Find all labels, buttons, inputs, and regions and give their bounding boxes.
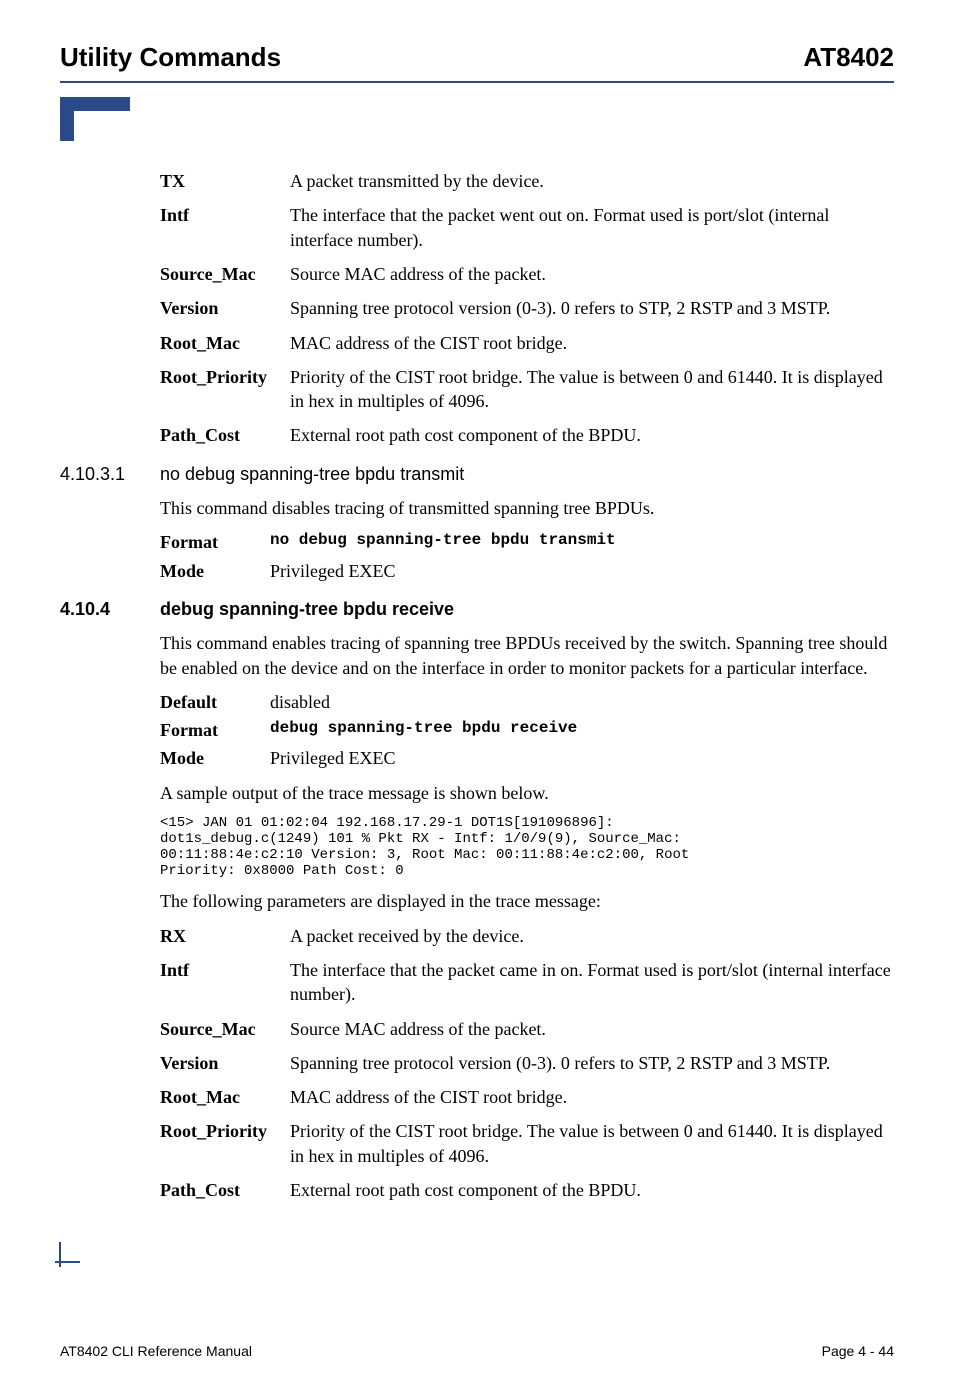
- param-row: Root_Mac MAC address of the CIST root br…: [160, 331, 894, 355]
- param-row: Root_Priority Priority of the CIST root …: [160, 365, 894, 414]
- mode-label: Mode: [160, 746, 270, 770]
- section-intro: This command disables tracing of transmi…: [160, 496, 894, 520]
- format-label: Format: [160, 530, 270, 554]
- param-desc: MAC address of the CIST root bridge.: [290, 1085, 894, 1109]
- footer-right: Page 4 - 44: [822, 1342, 894, 1361]
- param-desc: A packet transmitted by the device.: [290, 169, 894, 193]
- param-row: Version Spanning tree protocol version (…: [160, 1051, 894, 1075]
- crop-mark-icon: [40, 1242, 80, 1282]
- section-title: no debug spanning-tree bpdu transmit: [160, 462, 894, 486]
- param-row: Path_Cost External root path cost compon…: [160, 423, 894, 447]
- param-desc: The interface that the packet went out o…: [290, 203, 894, 252]
- param-term: Root_Priority: [160, 1119, 290, 1168]
- format-row: Format debug spanning-tree bpdu receive: [160, 718, 894, 742]
- param-row: Intf The interface that the packet came …: [160, 958, 894, 1007]
- footer-left: AT8402 CLI Reference Manual: [60, 1342, 252, 1361]
- section-number: 4.10.3.1: [60, 462, 160, 486]
- param-term: Source_Mac: [160, 1017, 290, 1041]
- param-desc: MAC address of the CIST root bridge.: [290, 331, 894, 355]
- param-term: Version: [160, 1051, 290, 1075]
- format-value: debug spanning-tree bpdu receive: [270, 718, 894, 742]
- default-label: Default: [160, 690, 270, 714]
- param-row: Root_Priority Priority of the CIST root …: [160, 1119, 894, 1168]
- param-row: Root_Mac MAC address of the CIST root br…: [160, 1085, 894, 1109]
- param-row: Intf The interface that the packet went …: [160, 203, 894, 252]
- param-row: Version Spanning tree protocol version (…: [160, 296, 894, 320]
- param-term: Intf: [160, 203, 290, 252]
- corner-logo-icon: [60, 97, 130, 141]
- param-desc: Priority of the CIST root bridge. The va…: [290, 365, 894, 414]
- param-term: Path_Cost: [160, 1178, 290, 1202]
- section-41031-body: This command disables tracing of transmi…: [160, 496, 894, 583]
- param-desc: External root path cost component of the…: [290, 1178, 894, 1202]
- section-heading-4104: 4.10.4 debug spanning-tree bpdu receive: [60, 597, 894, 621]
- section-heading-41031: 4.10.3.1 no debug spanning-tree bpdu tra…: [60, 462, 894, 486]
- param-desc: Spanning tree protocol version (0-3). 0 …: [290, 1051, 894, 1075]
- param-term: Version: [160, 296, 290, 320]
- param-term: Root_Mac: [160, 1085, 290, 1109]
- format-value: no debug spanning-tree bpdu transmit: [270, 530, 894, 554]
- corner-crop-mark: [40, 1242, 894, 1282]
- param-row: Source_Mac Source MAC address of the pac…: [160, 262, 894, 286]
- param-desc: The interface that the packet came in on…: [290, 958, 894, 1007]
- default-value: disabled: [270, 690, 894, 714]
- param-desc: Source MAC address of the packet.: [290, 262, 894, 286]
- section-intro: This command enables tracing of spanning…: [160, 631, 894, 680]
- format-label: Format: [160, 718, 270, 742]
- param-desc: Spanning tree protocol version (0-3). 0 …: [290, 296, 894, 320]
- logo-mark: [60, 97, 894, 141]
- param-desc: External root path cost component of the…: [290, 423, 894, 447]
- param-row: TX A packet transmitted by the device.: [160, 169, 894, 193]
- section-number: 4.10.4: [60, 597, 160, 621]
- mode-label: Mode: [160, 559, 270, 583]
- mode-value: Privileged EXEC: [270, 559, 894, 583]
- section-4104-body: This command enables tracing of spanning…: [160, 631, 894, 1202]
- param-term: Root_Mac: [160, 331, 290, 355]
- param-term: RX: [160, 924, 290, 948]
- param-term: Source_Mac: [160, 262, 290, 286]
- tx-param-list: TX A packet transmitted by the device. I…: [160, 169, 894, 448]
- param-term: TX: [160, 169, 290, 193]
- default-row: Default disabled: [160, 690, 894, 714]
- mode-value: Privileged EXEC: [270, 746, 894, 770]
- sample-output: <15> JAN 01 01:02:04 192.168.17.29-1 DOT…: [160, 815, 894, 879]
- param-desc: A packet received by the device.: [290, 924, 894, 948]
- param-row: RX A packet received by the device.: [160, 924, 894, 948]
- section-title: debug spanning-tree bpdu receive: [160, 597, 894, 621]
- header-title-left: Utility Commands: [60, 40, 281, 75]
- page-footer: AT8402 CLI Reference Manual Page 4 - 44: [60, 1342, 894, 1361]
- param-desc: Source MAC address of the packet.: [290, 1017, 894, 1041]
- params-intro: The following parameters are displayed i…: [160, 889, 894, 913]
- param-term: Intf: [160, 958, 290, 1007]
- param-term: Root_Priority: [160, 365, 290, 414]
- page-header: Utility Commands AT8402: [60, 40, 894, 83]
- header-title-right: AT8402: [803, 40, 894, 75]
- sample-intro: A sample output of the trace message is …: [160, 781, 894, 805]
- format-row: Format no debug spanning-tree bpdu trans…: [160, 530, 894, 554]
- mode-row: Mode Privileged EXEC: [160, 746, 894, 770]
- param-row: Source_Mac Source MAC address of the pac…: [160, 1017, 894, 1041]
- mode-row: Mode Privileged EXEC: [160, 559, 894, 583]
- param-desc: Priority of the CIST root bridge. The va…: [290, 1119, 894, 1168]
- param-row: Path_Cost External root path cost compon…: [160, 1178, 894, 1202]
- param-term: Path_Cost: [160, 423, 290, 447]
